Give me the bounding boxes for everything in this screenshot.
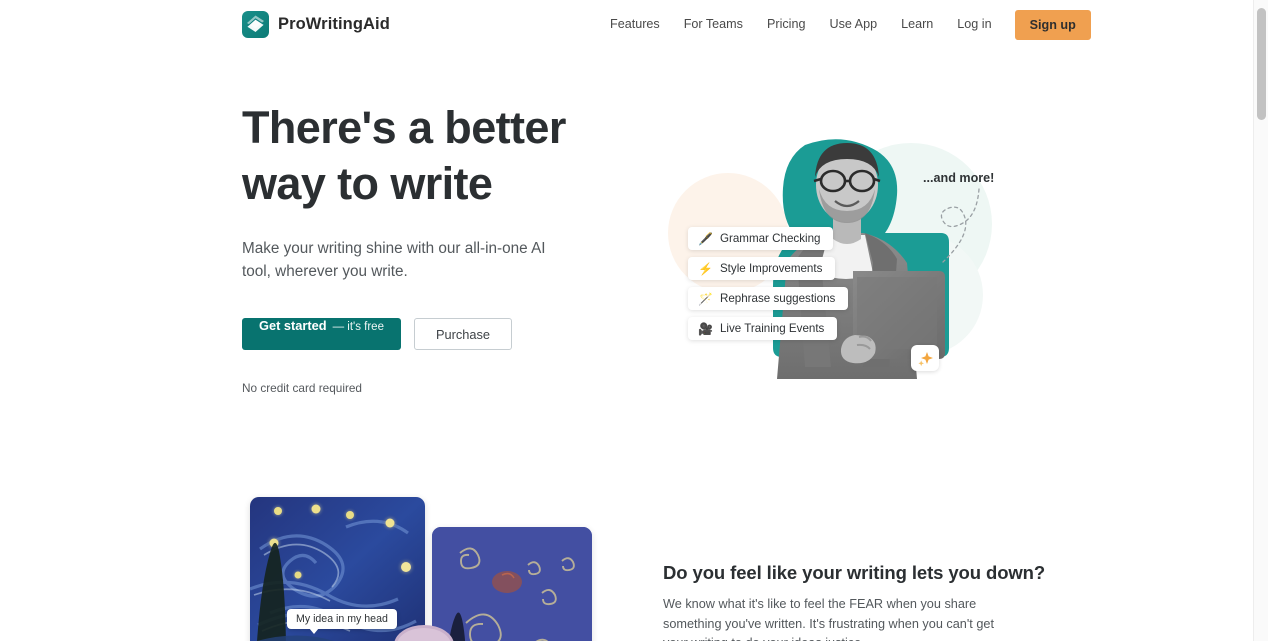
brand-logo-link[interactable]: ProWritingAid (242, 11, 390, 38)
nav-item-log-in[interactable]: Log in (945, 0, 1003, 49)
purchase-button[interactable]: Purchase (413, 318, 513, 350)
hero-title: There's a better way to write (242, 100, 642, 212)
hero-illustration: ...and more! 🖋️ Grammar Checking ⚡ Style… (655, 95, 1015, 395)
get-started-label: Get started (259, 318, 327, 333)
hero-subtitle: Make your writing shine with our all-in-… (242, 240, 546, 280)
writing-lets-you-down-section: Do you feel like your writing lets you d… (663, 562, 1046, 641)
section-body-text: We know what it's like to feel the FEAR … (663, 597, 994, 641)
and-more-label: ...and more! (923, 171, 995, 185)
feature-card-label: Live Training Events (719, 322, 825, 335)
get-started-button[interactable]: Get started — it's free (242, 318, 401, 350)
hero-title-line-2: way to write (242, 158, 493, 209)
video-camera-icon: 🎥 (698, 321, 713, 336)
feature-card-rephrase-suggestions[interactable]: 🪄 Rephrase suggestions (688, 287, 849, 310)
feature-card-row: 🪄 Rephrase suggestions (688, 287, 849, 317)
hero-title-line-1: There's a better (242, 102, 566, 153)
get-started-subtext: — it's free (332, 321, 384, 333)
feature-card-row: ⚡ Style Improvements (688, 257, 848, 287)
feature-card-label: Grammar Checking (719, 232, 821, 245)
section-heading: Do you feel like your writing lets you d… (663, 562, 1046, 583)
magic-wand-icon: 🪄 (698, 291, 713, 306)
feature-card-style-improvements[interactable]: ⚡ Style Improvements (688, 257, 836, 280)
brand-name: ProWritingAid (278, 15, 390, 33)
nav-item-pricing[interactable]: Pricing (755, 0, 818, 49)
feature-card-label: Rephrase suggestions (719, 292, 836, 305)
prowritingaid-book-logo-icon (242, 11, 269, 38)
my-idea-tooltip: My idea in my head (287, 609, 397, 634)
quill-pen-icon: 🖋️ (698, 231, 713, 246)
feature-card-label: Style Improvements (719, 262, 823, 275)
no-credit-card-note: No credit card required (242, 381, 362, 395)
sign-up-button[interactable]: Sign up (1014, 9, 1091, 40)
feature-card-row: 🖋️ Grammar Checking (688, 227, 848, 257)
lightning-bolt-icon: ⚡ (698, 261, 713, 276)
hero-cta-group: Get started — it's free Purchase (242, 318, 642, 350)
feature-card-row: 🎥 Live Training Events (688, 317, 848, 347)
nav-item-use-app[interactable]: Use App (817, 0, 889, 49)
sparkle-icon (911, 345, 939, 371)
nav-item-learn[interactable]: Learn (889, 0, 945, 49)
vertical-scrollbar[interactable] (1253, 0, 1268, 641)
page-root: ProWritingAid Features For Teams Pricing… (0, 0, 1268, 641)
feature-card-grammar-checking[interactable]: 🖋️ Grammar Checking (688, 227, 834, 250)
site-header: ProWritingAid Features For Teams Pricing… (0, 0, 1253, 49)
nav-item-features[interactable]: Features (598, 0, 672, 49)
main-navigation: Features For Teams Pricing Use App Learn… (598, 0, 1091, 49)
scrollbar-thumb[interactable] (1257, 8, 1266, 120)
sketch-image-card (432, 527, 592, 641)
hero-content: There's a better way to write Make your … (242, 100, 642, 395)
feature-card-live-training-events[interactable]: 🎥 Live Training Events (688, 317, 838, 340)
dashed-arrow-curve-icon (923, 187, 989, 267)
feature-card-list: 🖋️ Grammar Checking ⚡ Style Improvements… (688, 227, 849, 347)
nav-item-for-teams[interactable]: For Teams (672, 0, 755, 49)
lower-illustration: My idea in my head (242, 490, 632, 641)
